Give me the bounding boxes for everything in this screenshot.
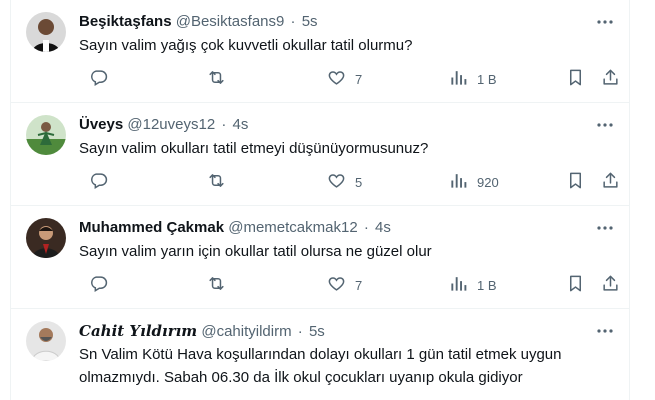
retweet-button[interactable]	[207, 68, 226, 90]
tweet[interactable]: Üveys @12uveys12 · 4s Sayın valim okulla…	[11, 103, 629, 206]
more-horizontal-icon[interactable]	[595, 115, 615, 135]
reply-icon	[89, 171, 108, 193]
separator-dot: ·	[221, 116, 227, 133]
like-count: 7	[355, 277, 363, 293]
bookmark-icon	[566, 68, 585, 90]
like-count: 7	[355, 71, 363, 87]
tweet-text: Sayın valim okulları tatil etmeyi düşünü…	[79, 140, 429, 157]
bookmark-icon	[566, 274, 585, 296]
avatar[interactable]	[26, 321, 66, 361]
heart-icon	[327, 171, 346, 193]
separator-dot: ·	[363, 219, 369, 236]
bookmark-button[interactable]	[566, 68, 585, 90]
retweet-icon	[207, 171, 226, 193]
bookmark-button[interactable]	[566, 274, 585, 296]
timeline: Beşiktaşfans @Besiktasfans9 · 5s Sayın v…	[10, 0, 630, 400]
reply-icon	[89, 68, 108, 90]
timestamp[interactable]: 5s	[302, 13, 318, 30]
display-name[interactable]: Muhammed Çakmak	[79, 219, 224, 236]
display-name[interactable]: Üveys	[79, 116, 123, 133]
tweet-header: Cahit Yıldırım @cahityildirm · 5s	[79, 321, 579, 342]
tweet-text: Sn Valim Kötü Hava koşullarından dolayı …	[79, 346, 562, 386]
retweet-icon	[207, 68, 226, 90]
action-bar: 7 1 B	[79, 274, 627, 296]
share-icon	[601, 171, 620, 193]
separator-dot: ·	[290, 13, 296, 30]
user-handle[interactable]: @Besiktasfans9	[176, 13, 285, 30]
separator-dot: ·	[297, 323, 303, 340]
tweet-text: Sayın valim yarın için okullar tatil olu…	[79, 243, 432, 260]
tweet-text: Sayın valim yağış çok kuvvetli okullar t…	[79, 37, 413, 54]
view-count: 1 B	[477, 277, 497, 293]
tweet[interactable]: Muhammed Çakmak @memetcakmak12 · 4s Sayı…	[11, 206, 629, 309]
retweet-button[interactable]	[207, 274, 226, 296]
view-count: 1 B	[477, 71, 497, 87]
avatar[interactable]	[26, 12, 66, 52]
views-button[interactable]: 1 B	[449, 68, 497, 90]
timestamp[interactable]: 4s	[233, 116, 249, 133]
retweet-icon	[207, 274, 226, 296]
retweet-button[interactable]	[207, 171, 226, 193]
share-icon	[601, 68, 620, 90]
avatar[interactable]	[26, 115, 66, 155]
tweet-header: Beşiktaşfans @Besiktasfans9 · 5s	[79, 12, 579, 32]
bookmark-button[interactable]	[566, 171, 585, 193]
user-handle[interactable]: @cahityildirm	[201, 323, 291, 340]
reply-button[interactable]	[89, 68, 108, 90]
bookmark-icon	[566, 171, 585, 193]
reply-icon	[89, 274, 108, 296]
share-button[interactable]	[601, 171, 620, 193]
like-button[interactable]: 7	[327, 274, 362, 296]
views-chart-icon	[449, 274, 468, 296]
avatar[interactable]	[26, 218, 66, 258]
more-horizontal-icon[interactable]	[595, 12, 615, 32]
views-button[interactable]: 920	[449, 171, 499, 193]
reply-button[interactable]	[89, 274, 108, 296]
share-icon	[601, 274, 620, 296]
views-chart-icon	[449, 68, 468, 90]
display-name[interactable]: Cahit Yıldırım	[79, 322, 197, 340]
views-button[interactable]: 1 B	[449, 274, 497, 296]
view-count: 920	[477, 174, 499, 190]
tweet-header: Üveys @12uveys12 · 4s	[79, 115, 579, 135]
timestamp[interactable]: 5s	[309, 323, 325, 340]
timestamp[interactable]: 4s	[375, 219, 391, 236]
user-handle[interactable]: @12uveys12	[127, 116, 215, 133]
tweet-header: Muhammed Çakmak @memetcakmak12 · 4s	[79, 218, 579, 238]
display-name[interactable]: Beşiktaşfans	[79, 13, 172, 30]
heart-icon	[327, 68, 346, 90]
tweet[interactable]: Beşiktaşfans @Besiktasfans9 · 5s Sayın v…	[11, 0, 629, 103]
like-button[interactable]: 7	[327, 68, 362, 90]
more-horizontal-icon[interactable]	[595, 218, 615, 238]
share-button[interactable]	[601, 68, 620, 90]
like-button[interactable]: 5	[327, 171, 362, 193]
reply-button[interactable]	[89, 171, 108, 193]
share-button[interactable]	[601, 274, 620, 296]
views-chart-icon	[449, 171, 468, 193]
user-handle[interactable]: @memetcakmak12	[228, 219, 357, 236]
more-horizontal-icon[interactable]	[595, 321, 615, 341]
action-bar: 7 1 B	[79, 68, 627, 90]
action-bar: 5 920	[79, 171, 627, 193]
heart-icon	[327, 274, 346, 296]
tweet[interactable]: Cahit Yıldırım @cahityildirm · 5s Sn Val…	[11, 309, 629, 399]
like-count: 5	[355, 174, 363, 190]
